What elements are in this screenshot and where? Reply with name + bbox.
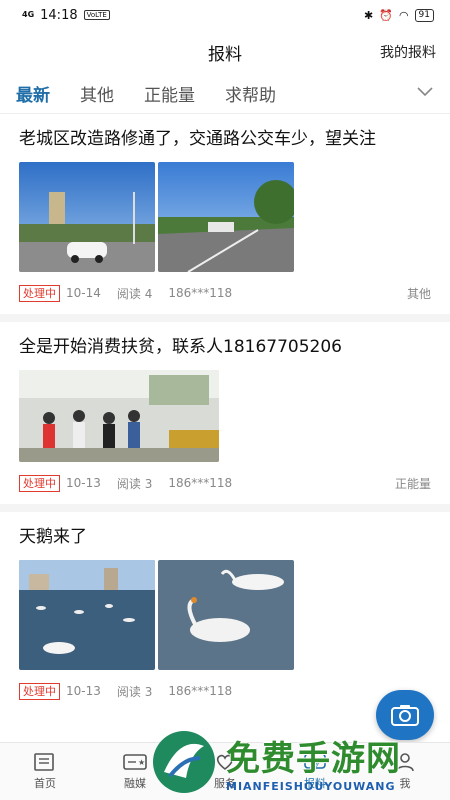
battery-icon: 91 <box>414 8 434 22</box>
bluetooth-icon: ✱ <box>364 8 374 22</box>
tab-seek-help[interactable]: 求帮助 <box>225 81 276 106</box>
status-badge: 处理中 <box>19 284 60 302</box>
my-reports-link[interactable]: 我的报料 <box>380 42 436 62</box>
post-title[interactable]: 天鹅来了 <box>19 524 431 550</box>
watermark-logo <box>153 731 215 793</box>
post-meta: 处理中 10-13 阅读 3 186***118 <box>19 670 431 712</box>
media-icon: ★ <box>123 754 147 770</box>
post-meta: 处理中 10-13 阅读 3 186***118 正能量 <box>19 462 431 504</box>
chevron-down-icon[interactable] <box>416 82 434 100</box>
post-category: 正能量 <box>394 476 431 491</box>
post-title[interactable]: 全是开始消费扶贫，联系人18167705206 <box>19 334 431 360</box>
tab-other[interactable]: 其他 <box>80 81 114 106</box>
alarm-icon: ⏰ <box>379 8 393 22</box>
post-images <box>19 370 431 462</box>
list-item[interactable]: 天鹅来了 处理中 10-13 阅读 3 186***118 <box>0 512 450 712</box>
bottom-nav-home[interactable]: 首页 <box>0 743 90 800</box>
nav-bar: 报料 我的报料 <box>0 30 450 74</box>
wifi-icon: ◠ <box>398 8 409 22</box>
status-bar: 4G 14:18 VoLTE ✱ ⏰ ◠ 91 <box>0 0 450 30</box>
watermark-cn: 免费手游网 <box>226 739 401 779</box>
post-meta: 处理中 10-14 阅读 4 186***118 其他 <box>19 272 431 314</box>
page-title: 报料 <box>208 44 242 65</box>
tab-latest[interactable]: 最新 <box>16 81 50 106</box>
post-category: 其他 <box>406 286 431 301</box>
list-item[interactable]: 全是开始消费扶贫，联系人18167705206 处理中 10-13 阅读 3 1… <box>0 322 450 512</box>
post-images <box>19 560 431 670</box>
volte-chip: VoLTE <box>83 10 110 20</box>
list-item[interactable]: 老城区改造路修通了，交通路公交车少，望关注 处理中 10-14 阅读 4 186… <box>0 114 450 322</box>
read-count: 阅读 4 <box>116 286 153 301</box>
post-user: 186***118 <box>168 286 233 300</box>
post-image-road[interactable] <box>158 162 294 272</box>
status-time: 14:18 <box>40 7 78 23</box>
watermark: 免费手游网 MIANFEISHOUYOUWANG <box>150 724 450 800</box>
post-images <box>19 162 431 272</box>
newspaper-icon <box>34 753 54 771</box>
svg-text:★: ★ <box>138 758 145 767</box>
post-date: 10-14 <box>66 286 101 300</box>
post-date: 10-13 <box>66 684 101 698</box>
post-date: 10-13 <box>66 476 101 490</box>
category-tabs: 最新 其他 正能量 求帮助 <box>0 74 450 114</box>
read-count: 阅读 3 <box>116 476 153 491</box>
report-feed: 老城区改造路修通了，交通路公交车少，望关注 处理中 10-14 阅读 4 186… <box>0 114 450 712</box>
bottom-nav-media-label: 融媒 <box>124 777 146 790</box>
post-image-swans-closeup[interactable] <box>158 560 294 670</box>
status-badge: 处理中 <box>19 682 60 700</box>
post-title[interactable]: 老城区改造路修通了，交通路公交车少，望关注 <box>19 126 431 152</box>
watermark-en: MIANFEISHOUYOUWANG <box>226 780 396 793</box>
network-indicator: 4G <box>22 10 35 19</box>
post-image-market[interactable] <box>19 370 219 462</box>
status-badge: 处理中 <box>19 474 60 492</box>
status-right: ✱ ⏰ ◠ 91 <box>364 8 434 22</box>
post-image-street[interactable] <box>19 162 155 272</box>
tab-positive-energy[interactable]: 正能量 <box>144 81 195 106</box>
watermark-text: 免费手游网 MIANFEISHOUYOUWANG <box>226 731 401 793</box>
read-count: 阅读 3 <box>116 684 153 699</box>
post-user: 186***118 <box>168 476 233 490</box>
status-left: 4G 14:18 VoLTE <box>22 8 110 23</box>
post-user: 186***118 <box>168 684 233 698</box>
bottom-nav-home-label: 首页 <box>34 777 56 790</box>
post-image-swans-lake[interactable] <box>19 560 155 670</box>
